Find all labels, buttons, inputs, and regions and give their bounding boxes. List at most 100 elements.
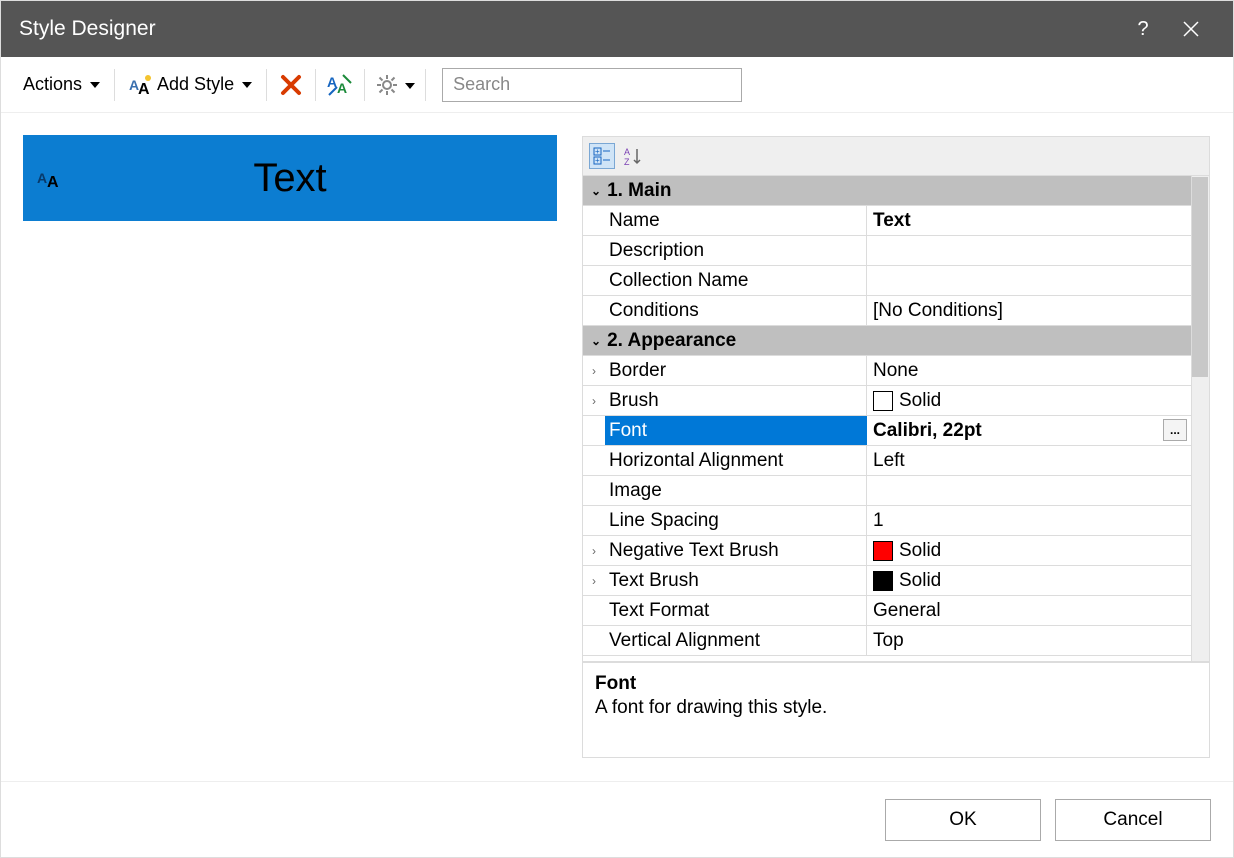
expand-toggle	[583, 476, 605, 505]
property-value[interactable]: Left	[867, 446, 1191, 475]
title-bar: Style Designer ?	[1, 1, 1233, 57]
svg-text:+: +	[595, 156, 600, 165]
close-button[interactable]	[1167, 1, 1215, 57]
actions-menu[interactable]: Actions	[17, 70, 106, 99]
toolbar: Actions A A Add Style A A	[1, 57, 1233, 113]
property-value[interactable]: Solid	[867, 536, 1191, 565]
property-value[interactable]	[867, 476, 1191, 505]
category-header[interactable]: ⌄2. Appearance	[583, 326, 1191, 356]
property-label: Image	[605, 476, 867, 505]
chevron-down-icon	[401, 77, 415, 93]
categorized-view-button[interactable]: + +	[589, 143, 615, 169]
property-value[interactable]: 1	[867, 506, 1191, 535]
help-title: Font	[595, 673, 1197, 695]
property-label: Horizontal Alignment	[605, 446, 867, 475]
dialog-footer: OK Cancel	[1, 781, 1233, 857]
svg-text:A: A	[138, 81, 150, 96]
ok-button[interactable]: OK	[885, 799, 1041, 841]
property-value[interactable]: Solid	[867, 566, 1191, 595]
expand-toggle[interactable]: ›	[583, 416, 605, 445]
property-value-text: General	[873, 600, 941, 622]
expand-toggle[interactable]: ›	[583, 536, 605, 565]
property-row[interactable]: Description	[583, 236, 1191, 266]
property-value[interactable]: Solid	[867, 386, 1191, 415]
help-button[interactable]: ?	[1119, 1, 1167, 57]
property-label: Description	[605, 236, 867, 265]
property-row[interactable]: Conditions [No Conditions]	[583, 296, 1191, 326]
add-style-icon: A A	[129, 74, 153, 96]
property-label: Name	[605, 206, 867, 235]
window-title: Style Designer	[19, 17, 156, 41]
category-title: 2. Appearance	[607, 330, 736, 352]
property-value[interactable]: None	[867, 356, 1191, 385]
property-row[interactable]: Line Spacing1	[583, 506, 1191, 536]
property-label: Border	[605, 356, 867, 385]
property-row[interactable]: Text FormatGeneral	[583, 596, 1191, 626]
property-value[interactable]: [No Conditions]	[867, 296, 1191, 325]
property-row[interactable]: ›Negative Text BrushSolid	[583, 536, 1191, 566]
style-icon: A A	[37, 167, 63, 189]
chevron-down-icon	[238, 74, 252, 95]
property-value-text: 1	[873, 510, 884, 532]
property-label: Negative Text Brush	[605, 536, 867, 565]
svg-text:A: A	[624, 147, 630, 157]
help-text: A font for drawing this style.	[595, 697, 1197, 719]
property-row[interactable]: Vertical AlignmentTop	[583, 626, 1191, 656]
property-row[interactable]: ›FontCalibri, 22pt...	[583, 416, 1191, 446]
expand-toggle[interactable]: ›	[583, 566, 605, 595]
property-value-text: Left	[873, 450, 905, 472]
style-preview-tile[interactable]: A A Text	[23, 135, 557, 221]
property-value[interactable]: Calibri, 22pt...	[867, 416, 1191, 445]
expand-toggle	[583, 236, 605, 265]
search-input[interactable]: Search	[442, 68, 742, 102]
property-value-text: Top	[873, 630, 904, 652]
property-value[interactable]	[867, 236, 1191, 265]
property-row[interactable]: Collection Name	[583, 266, 1191, 296]
expand-toggle	[583, 626, 605, 655]
alphabetical-view-button[interactable]: A Z	[621, 144, 645, 168]
property-row[interactable]: ›Text BrushSolid	[583, 566, 1191, 596]
category-header[interactable]: ⌄1. Main	[583, 176, 1191, 206]
property-label: Brush	[605, 386, 867, 415]
preview-pane: A A Text	[23, 135, 557, 759]
property-value[interactable]: Text	[867, 206, 1191, 235]
property-value[interactable]	[867, 266, 1191, 295]
delete-button[interactable]	[275, 69, 307, 101]
property-row[interactable]: ›Brush Solid	[583, 386, 1191, 416]
property-toolbar: + + A Z	[582, 136, 1210, 176]
property-value[interactable]: Top	[867, 626, 1191, 655]
actions-label: Actions	[23, 74, 82, 95]
category-title: 1. Main	[607, 180, 671, 202]
expand-toggle[interactable]: ›	[583, 356, 605, 385]
svg-text:A: A	[37, 170, 47, 186]
property-row[interactable]: Image	[583, 476, 1191, 506]
add-style-menu[interactable]: A A Add Style	[123, 70, 258, 100]
color-swatch	[873, 541, 893, 561]
svg-text:+: +	[595, 147, 600, 156]
property-label: Text Brush	[605, 566, 867, 595]
property-value-text: [No Conditions]	[873, 300, 1003, 322]
expand-toggle	[583, 206, 605, 235]
property-label: Conditions	[605, 296, 867, 325]
ellipsis-button[interactable]: ...	[1163, 419, 1187, 441]
settings-button[interactable]	[373, 69, 417, 101]
expand-toggle	[583, 296, 605, 325]
property-pane: + + A Z ⌄1. MainNameTextDescriptionColle…	[581, 135, 1211, 759]
property-value[interactable]: General	[867, 596, 1191, 625]
property-help: Font A font for drawing this style.	[582, 662, 1210, 758]
svg-text:A: A	[47, 174, 59, 189]
expand-toggle[interactable]: ›	[583, 386, 605, 415]
property-row[interactable]: ›Border None	[583, 356, 1191, 386]
cancel-button[interactable]: Cancel	[1055, 799, 1211, 841]
svg-text:A: A	[337, 80, 347, 96]
scrollbar-thumb[interactable]	[1192, 177, 1208, 377]
property-value-text: None	[873, 360, 918, 382]
property-row[interactable]: Horizontal Alignment Left	[583, 446, 1191, 476]
apply-style-button[interactable]: A A	[324, 69, 356, 101]
chevron-down-icon	[86, 74, 100, 95]
svg-text:Z: Z	[624, 157, 630, 166]
vertical-scrollbar[interactable]	[1191, 176, 1209, 661]
expand-toggle	[583, 446, 605, 475]
property-row[interactable]: NameText	[583, 206, 1191, 236]
property-value-text: Solid	[899, 390, 941, 412]
